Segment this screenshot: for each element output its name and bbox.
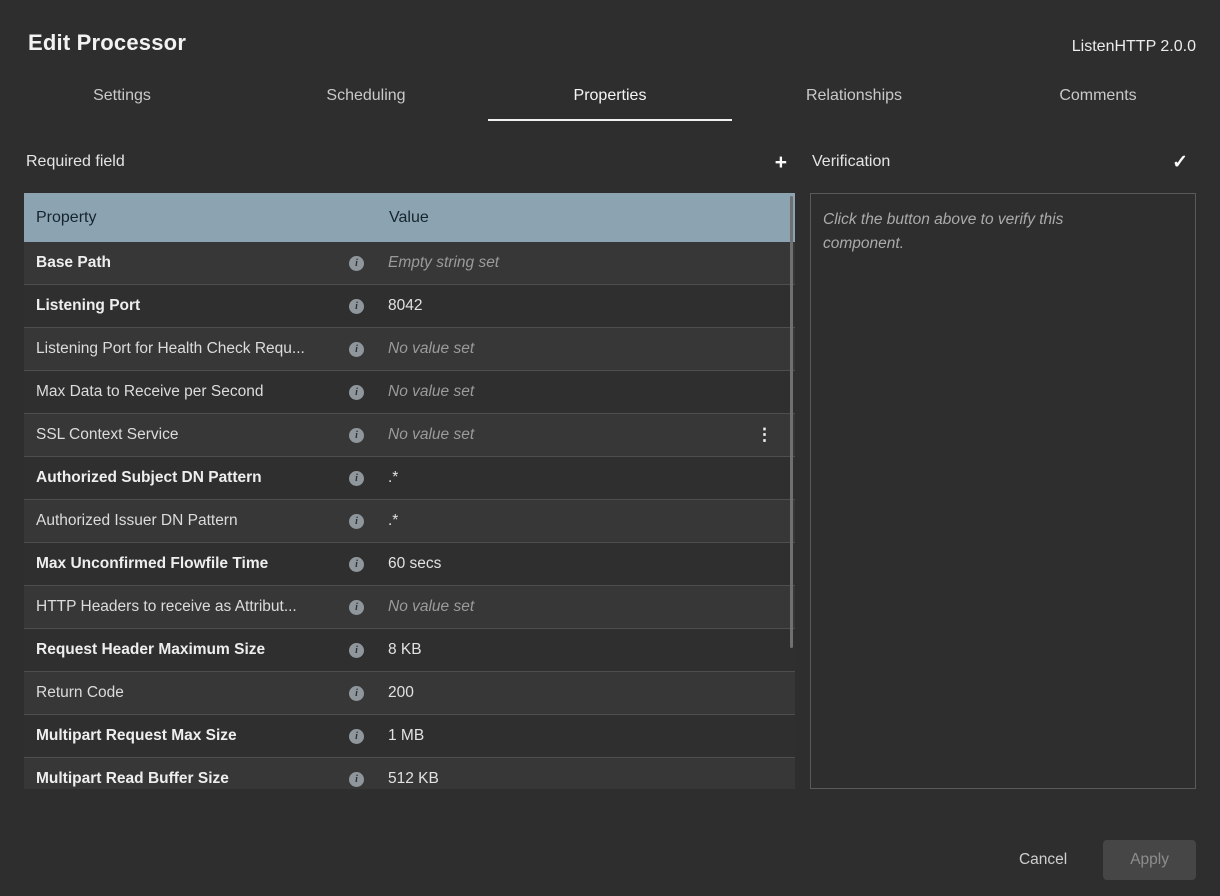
property-name: Authorized Issuer DN Pattern	[36, 512, 349, 530]
info-icon[interactable]: i	[349, 514, 364, 529]
verification-message: Click the button above to verify this co…	[823, 208, 1143, 256]
property-name: Listening Port	[36, 297, 349, 315]
property-value[interactable]: 60 secs	[388, 555, 441, 573]
properties-section: Required field + Property Value Base Pat…	[24, 149, 795, 789]
info-icon[interactable]: i	[349, 557, 364, 572]
property-name: Return Code	[36, 684, 349, 702]
property-value[interactable]: No value set	[388, 598, 474, 616]
property-value[interactable]: Empty string set	[388, 254, 499, 272]
verification-panel: Click the button above to verify this co…	[810, 193, 1196, 789]
info-icon[interactable]: i	[349, 342, 364, 357]
property-value[interactable]: 8 KB	[388, 641, 422, 659]
property-name: Listening Port for Health Check Requ...	[36, 340, 349, 358]
property-name: Multipart Read Buffer Size	[36, 770, 349, 788]
property-value[interactable]: .*	[388, 469, 398, 487]
dialog-title: Edit Processor	[28, 30, 186, 56]
property-name: Base Path	[36, 254, 349, 272]
info-icon[interactable]: i	[349, 729, 364, 744]
tab-scheduling[interactable]: Scheduling	[244, 74, 488, 121]
table-scrollbar[interactable]	[790, 196, 793, 648]
property-name: SSL Context Service	[36, 426, 349, 444]
property-row-request-header-max-size[interactable]: Request Header Maximum Size i 8 KB	[24, 629, 795, 672]
tab-bar: Settings Scheduling Properties Relations…	[0, 74, 1220, 121]
info-icon[interactable]: i	[349, 471, 364, 486]
property-row-multipart-request-max-size[interactable]: Multipart Request Max Size i 1 MB	[24, 715, 795, 758]
verification-section: Verification ✓ Click the button above to…	[810, 149, 1196, 789]
property-value[interactable]: 512 KB	[388, 770, 439, 788]
property-row-authorized-issuer-dn[interactable]: Authorized Issuer DN Pattern i .*	[24, 500, 795, 543]
property-name: Max Data to Receive per Second	[36, 383, 349, 401]
property-name: Authorized Subject DN Pattern	[36, 469, 349, 487]
info-icon[interactable]: i	[349, 772, 364, 787]
property-name: Multipart Request Max Size	[36, 727, 349, 745]
properties-table: Property Value Base Path i Empty string …	[24, 193, 795, 789]
table-header-row: Property Value	[24, 193, 795, 242]
tab-properties[interactable]: Properties	[488, 74, 732, 121]
property-row-listening-port[interactable]: Listening Port i 8042	[24, 285, 795, 328]
property-row-base-path[interactable]: Base Path i Empty string set	[24, 242, 795, 285]
more-options-icon[interactable]: ⋮	[756, 425, 773, 445]
property-row-ssl-context-service[interactable]: SSL Context Service i No value set ⋮	[24, 414, 795, 457]
property-row-multipart-read-buffer-size[interactable]: Multipart Read Buffer Size i 512 KB	[24, 758, 795, 789]
add-property-button[interactable]: +	[769, 152, 793, 173]
verify-button[interactable]: ✓	[1166, 153, 1194, 172]
property-value[interactable]: No value set	[388, 426, 474, 444]
dialog-footer: Cancel Apply	[1013, 840, 1196, 880]
property-value[interactable]: 200	[388, 684, 414, 702]
info-icon[interactable]: i	[349, 686, 364, 701]
apply-button[interactable]: Apply	[1103, 840, 1196, 880]
info-icon[interactable]: i	[349, 643, 364, 658]
tab-relationships[interactable]: Relationships	[732, 74, 976, 121]
property-row-return-code[interactable]: Return Code i 200	[24, 672, 795, 715]
property-row-health-check-port[interactable]: Listening Port for Health Check Requ... …	[24, 328, 795, 371]
property-value[interactable]: .*	[388, 512, 398, 530]
property-value[interactable]: 8042	[388, 297, 422, 315]
dialog-body: Required field + Property Value Base Pat…	[0, 149, 1220, 789]
info-icon[interactable]: i	[349, 600, 364, 615]
property-row-max-unconfirmed-flowfile-time[interactable]: Max Unconfirmed Flowfile Time i 60 secs	[24, 543, 795, 586]
check-icon: ✓	[1172, 152, 1188, 173]
processor-type-version: ListenHTTP 2.0.0	[1072, 38, 1196, 56]
property-row-authorized-subject-dn[interactable]: Authorized Subject DN Pattern i .*	[24, 457, 795, 500]
column-header-value: Value	[389, 209, 429, 227]
verification-title: Verification	[812, 153, 890, 171]
property-value[interactable]: 1 MB	[388, 727, 424, 745]
tab-settings[interactable]: Settings	[0, 74, 244, 121]
property-row-http-headers-as-attributes[interactable]: HTTP Headers to receive as Attribut... i…	[24, 586, 795, 629]
info-icon[interactable]: i	[349, 256, 364, 271]
property-name: Request Header Maximum Size	[36, 641, 349, 659]
required-field-label: Required field	[26, 153, 125, 171]
tab-comments[interactable]: Comments	[976, 74, 1220, 121]
column-header-property: Property	[36, 209, 389, 227]
plus-icon: +	[775, 151, 787, 174]
property-name: HTTP Headers to receive as Attribut...	[36, 598, 349, 616]
cancel-button[interactable]: Cancel	[1013, 850, 1073, 870]
info-icon[interactable]: i	[349, 385, 364, 400]
dialog-header: Edit Processor ListenHTTP 2.0.0	[0, 0, 1220, 56]
info-icon[interactable]: i	[349, 299, 364, 314]
property-value[interactable]: No value set	[388, 383, 474, 401]
property-row-max-data-per-second[interactable]: Max Data to Receive per Second i No valu…	[24, 371, 795, 414]
info-icon[interactable]: i	[349, 428, 364, 443]
property-name: Max Unconfirmed Flowfile Time	[36, 555, 349, 573]
property-value[interactable]: No value set	[388, 340, 474, 358]
